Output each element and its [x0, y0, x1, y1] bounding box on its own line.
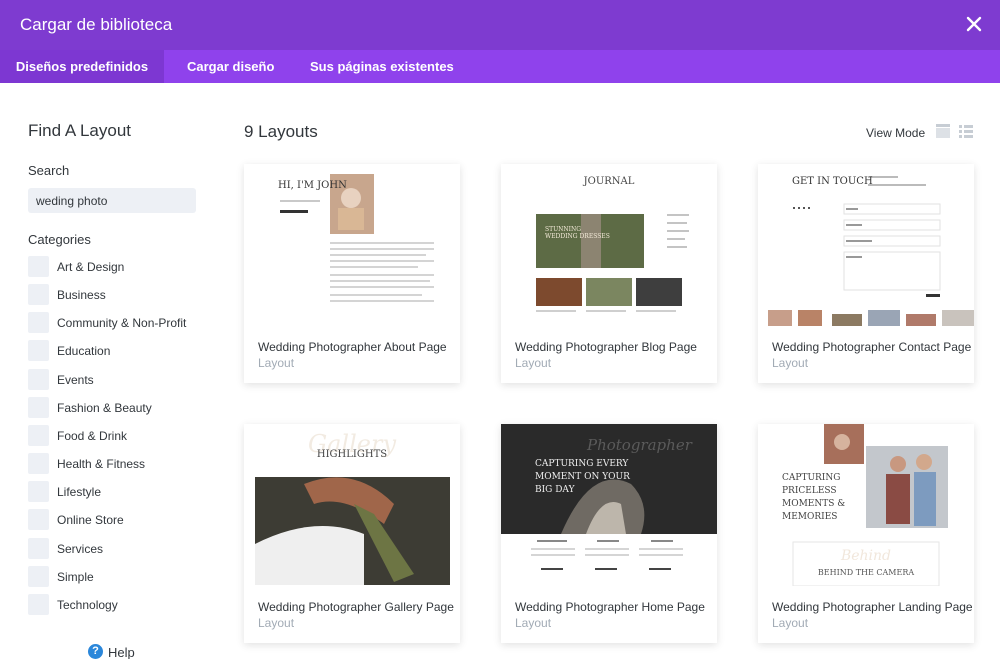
search-input[interactable] — [28, 188, 196, 213]
layout-card-gallery[interactable]: Gallery HIGHLIGHTS Wedding Photographer … — [244, 424, 460, 643]
view-mode-label: View Mode — [866, 126, 926, 140]
layout-card-about[interactable]: HI, I'M JOHN Wedding Photographer About … — [244, 164, 460, 383]
modal-header: Cargar de biblioteca — [0, 0, 1000, 50]
preview-banner-text: STUNNING WEDDING DRESSES — [545, 226, 610, 240]
sidebar-heading: Find A Layout — [28, 121, 132, 140]
layout-thumbnail: CAPTURING PRICELESS MOMENTS & MEMORIES B… — [758, 424, 974, 586]
modal-title: Cargar de biblioteca — [20, 15, 173, 34]
preview-heading: HI, I'M JOHN — [278, 180, 347, 191]
layout-thumbnail: JOURNAL STUNNING WEDDING DRESSES — [501, 164, 717, 326]
layout-card-blog[interactable]: JOURNAL STUNNING WEDDING DRESSES Wedding… — [501, 164, 717, 383]
layouts-count-title: 9 Layouts — [244, 122, 318, 141]
category-checkbox[interactable] — [28, 397, 49, 418]
card-title: Wedding Photographer Gallery Page — [258, 600, 454, 614]
layout-thumbnail: GET IN TOUCH — [758, 164, 974, 326]
category-checkbox[interactable] — [28, 453, 49, 474]
category-checkbox[interactable] — [28, 284, 49, 305]
card-subtitle: Layout — [258, 356, 295, 370]
layout-card-contact[interactable]: GET IN TOUCH Wedding Photographer Contac… — [758, 164, 974, 383]
category-checkbox[interactable] — [28, 509, 49, 530]
close-icon[interactable] — [962, 12, 986, 36]
preview-heading: HIGHLIGHTS — [316, 449, 388, 460]
preview-heading: CAPTURING PRICELESS MOMENTS & MEMORIES — [782, 473, 846, 522]
card-subtitle: Layout — [258, 616, 295, 630]
layout-card-landing[interactable]: CAPTURING PRICELESS MOMENTS & MEMORIES B… — [758, 424, 974, 643]
preview-script-text: Photographer — [587, 436, 692, 454]
category-checkbox[interactable] — [28, 340, 49, 361]
list-view-icon[interactable] — [959, 124, 973, 138]
category-checkbox[interactable] — [28, 538, 49, 559]
search-label: Search — [28, 163, 70, 178]
category-checkbox[interactable] — [28, 425, 49, 446]
card-title: Wedding Photographer Contact Page — [772, 340, 972, 354]
layout-thumbnail: Photographer CAPTURING EVERY MOMENT ON Y… — [501, 424, 717, 586]
layout-thumbnail: Gallery HIGHLIGHTS — [244, 424, 460, 586]
grid-view-icon[interactable] — [936, 124, 950, 138]
category-checkbox[interactable] — [28, 256, 49, 277]
help-icon: ? — [88, 644, 103, 659]
category-checkbox[interactable] — [28, 369, 49, 390]
layout-thumbnail: HI, I'M JOHN — [244, 164, 460, 326]
preview-script-text: Behind — [840, 548, 892, 564]
card-subtitle: Layout — [772, 356, 809, 370]
card-title: Wedding Photographer About Page — [258, 340, 447, 354]
card-title: Wedding Photographer Landing Page — [772, 600, 973, 614]
tab-bar: Diseños predefinidos Cargar diseño Sus p… — [0, 50, 1000, 83]
tab-predefined-layouts[interactable]: Diseños predefinidos — [0, 50, 164, 83]
preview-heading: JOURNAL — [583, 176, 635, 187]
preview-heading: GET IN TOUCH — [792, 176, 873, 187]
preview-subheading: BEHIND THE CAMERA — [817, 568, 915, 577]
category-checkbox[interactable] — [28, 566, 49, 587]
tab-load-layout[interactable]: Cargar diseño — [187, 50, 274, 83]
category-checkbox[interactable] — [28, 312, 49, 333]
preview-heading: CAPTURING EVERY MOMENT ON YOUR BIG DAY — [535, 459, 630, 495]
card-subtitle: Layout — [515, 616, 552, 630]
card-title: Wedding Photographer Blog Page — [515, 340, 697, 354]
tab-existing-pages[interactable]: Sus páginas existentes — [310, 50, 454, 83]
card-subtitle: Layout — [515, 356, 552, 370]
card-subtitle: Layout — [772, 616, 809, 630]
categories-label: Categories — [28, 232, 91, 247]
filter-sidebar: Find A Layout Search Categories Art & De… — [0, 83, 212, 659]
card-title: Wedding Photographer Home Page — [515, 600, 705, 614]
layout-card-home[interactable]: Photographer CAPTURING EVERY MOMENT ON Y… — [501, 424, 717, 643]
category-checkbox[interactable] — [28, 594, 49, 615]
category-checkbox[interactable] — [28, 481, 49, 502]
